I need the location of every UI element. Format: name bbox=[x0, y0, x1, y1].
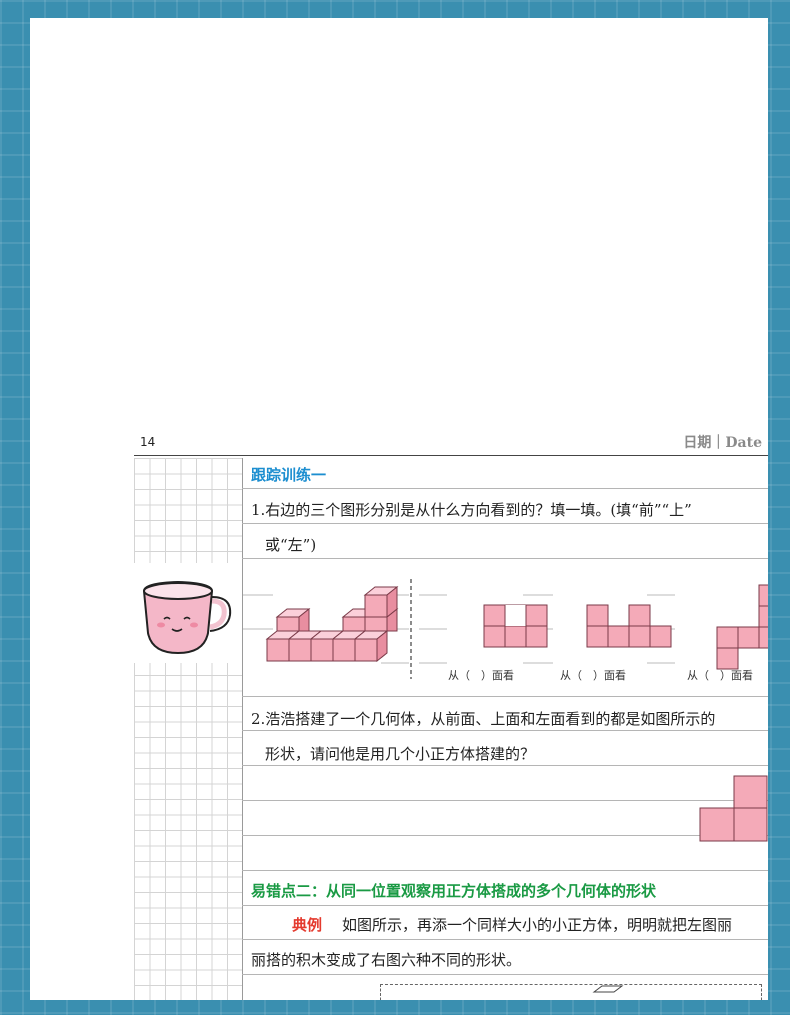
page-number: 14 bbox=[140, 435, 156, 449]
q1-text-line2: 或“左”) bbox=[265, 536, 317, 554]
date-label: 日期｜Date bbox=[683, 435, 762, 451]
example-text-line2: 丽搭的积木变成了右图六种不同的形状。 bbox=[251, 951, 522, 969]
ruled-line bbox=[242, 974, 768, 975]
ruled-line bbox=[242, 800, 768, 801]
ruled-line bbox=[242, 696, 768, 697]
example-label: 典例 bbox=[292, 916, 323, 934]
view-grid-q2-icon bbox=[699, 775, 768, 842]
view-grid-front-icon bbox=[483, 604, 548, 648]
ruled-line bbox=[242, 939, 768, 940]
q1-caption-3: 从（ ）面看 bbox=[687, 669, 753, 682]
example-figure-box bbox=[380, 984, 762, 1000]
view-grid-top-icon bbox=[586, 604, 672, 648]
cube-stack-3d-icon bbox=[265, 585, 399, 663]
cup-icon-box bbox=[134, 563, 242, 663]
view-grid-left-icon bbox=[716, 584, 768, 670]
ruled-line bbox=[242, 765, 768, 766]
margin-grid bbox=[134, 458, 242, 1000]
q2-text-line2: 形状，请问他是用几个小正方体搭建的？ bbox=[265, 745, 536, 763]
example-cube-icon bbox=[592, 985, 624, 993]
ruled-line bbox=[242, 730, 768, 731]
worksheet-page: 14 日期｜Date 跟踪训练一 1.右边的三个图形分别是从什么方向看到的？填一… bbox=[30, 18, 768, 1000]
ruled-line bbox=[242, 488, 768, 489]
section-title: 跟踪训练一 bbox=[251, 466, 327, 484]
q2-text-line1: 2.浩浩搭建了一个几何体，从前面、上面和左面看到的都是如图所示的 bbox=[251, 710, 716, 728]
error-point-title: 易错点二：从同一位置观察用正方体搭成的多个几何体的形状 bbox=[251, 882, 657, 900]
q1-text-line1: 1.右边的三个图形分别是从什么方向看到的？填一填。(填“前”“上” bbox=[251, 501, 692, 519]
ruled-line bbox=[242, 835, 768, 836]
q1-caption-2: 从（ ）面看 bbox=[560, 669, 626, 682]
example-text-line1: 如图所示，再添一个同样大小的小正方体，明明就把左图丽 bbox=[342, 916, 733, 934]
header-rule bbox=[134, 455, 768, 456]
ruled-line bbox=[242, 870, 768, 871]
q1-caption-1: 从（ ）面看 bbox=[448, 669, 514, 682]
ruled-line bbox=[242, 523, 768, 524]
margin-divider bbox=[242, 458, 243, 1000]
cup-icon bbox=[142, 580, 232, 655]
ruled-line bbox=[242, 905, 768, 906]
